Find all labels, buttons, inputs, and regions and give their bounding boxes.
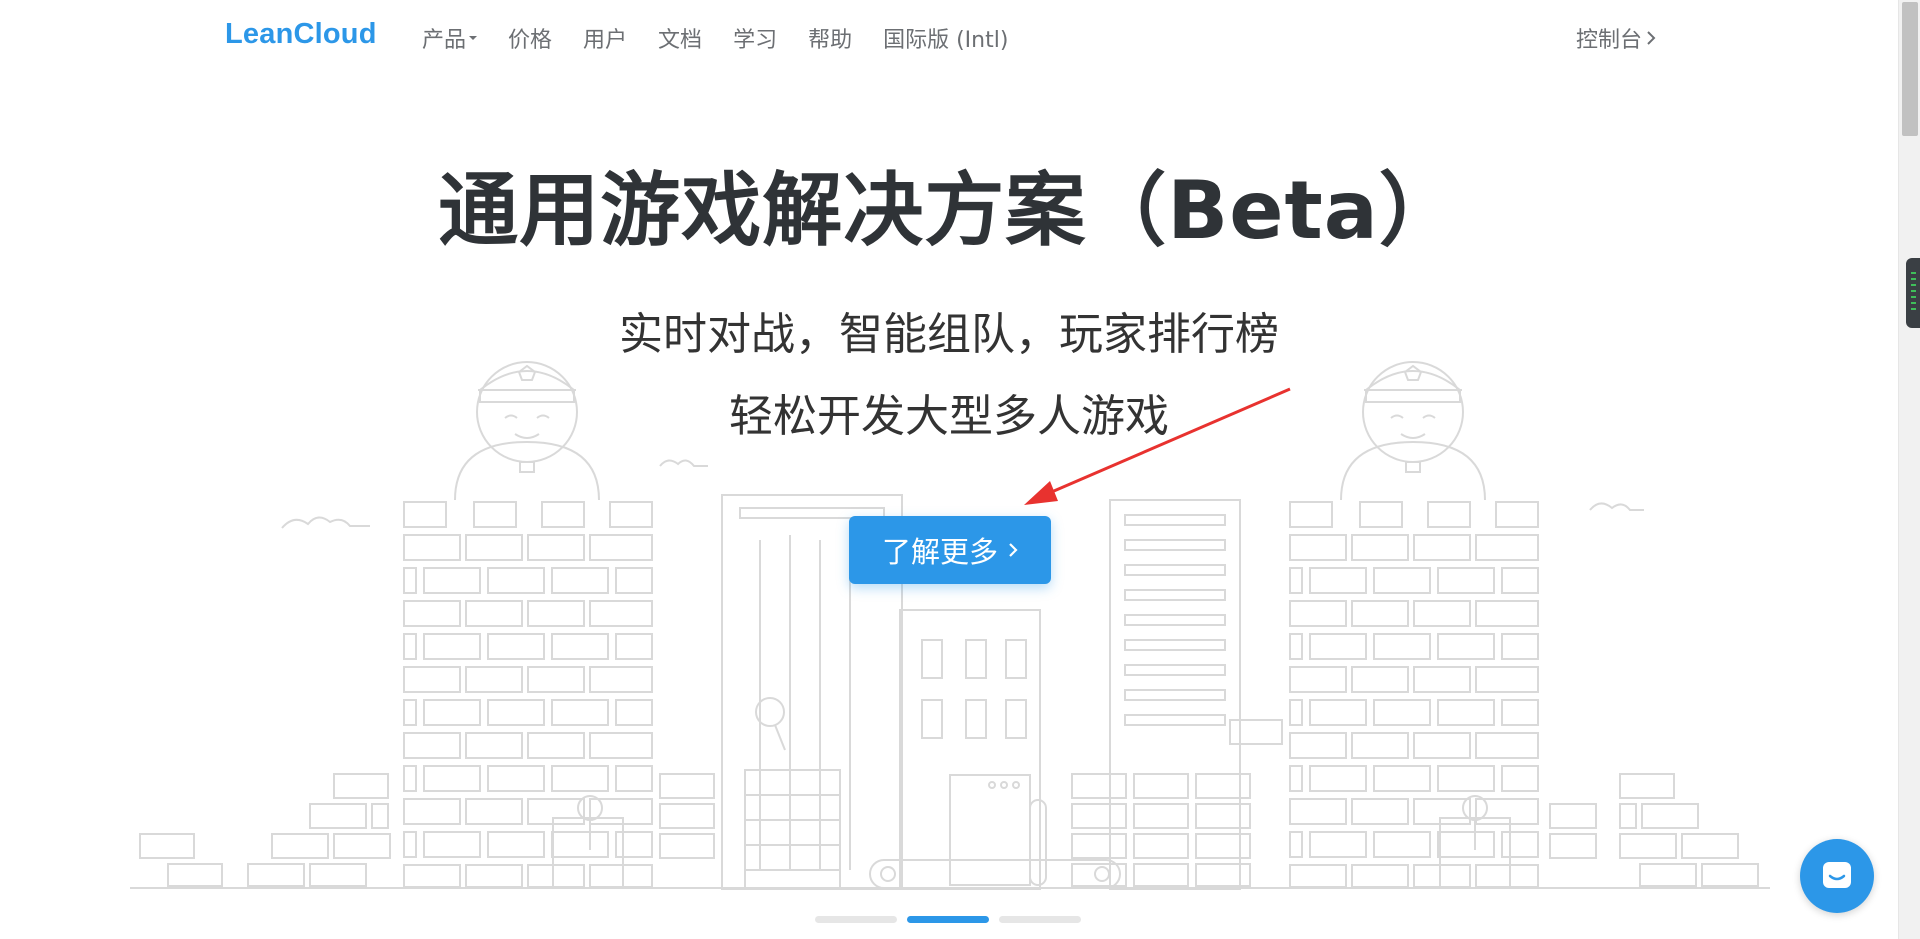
nav-item-label: 文档 [658,28,703,53]
red-arrow-annotation [1024,387,1291,505]
console-label: 控制台 [1576,28,1643,53]
top-navbar: LeanCloud 产品 价格 用户 文档 学习 帮助 国际版 (Intl) 控… [0,0,1898,72]
chat-icon [1823,862,1851,888]
carousel-dot-2[interactable] [907,916,989,923]
nav-item-intl[interactable]: 国际版 (Intl) [883,22,1008,54]
chat-button[interactable] [1800,839,1874,913]
nav-item-label: 产品 [422,28,467,53]
nav-item-label: 国际版 (Intl) [883,28,1009,53]
nav-item-docs[interactable]: 文档 [658,22,702,54]
chevron-right-icon [1009,543,1018,557]
scrollbar-thumb[interactable] [1902,2,1918,136]
hero-subtitle-2: 轻松开发大型多人游戏 [729,391,1169,442]
nav-item-label: 帮助 [808,28,853,53]
nav-item-label: 用户 [583,28,628,53]
nav-menu: 产品 价格 用户 文档 学习 帮助 国际版 (Intl) [422,22,1039,54]
hero-title: 通用游戏解决方案（Beta） [438,164,1460,257]
nav-item-help[interactable]: 帮助 [808,22,852,54]
caret-down-icon [469,36,478,40]
page-scrollbar[interactable] [1898,0,1920,939]
nav-item-products[interactable]: 产品 [422,22,478,54]
side-tool-widget[interactable] [1906,258,1920,328]
carousel-indicators [815,916,1081,923]
console-link[interactable]: 控制台 [1576,22,1656,54]
chevron-right-icon [1647,31,1656,45]
carousel-dot-1[interactable] [815,916,897,923]
brand-logo[interactable]: LeanCloud [225,18,377,51]
nav-item-label: 学习 [733,28,778,53]
hero-subtitle-1: 实时对战，智能组队，玩家排行榜 [619,309,1279,360]
carousel-dot-3[interactable] [999,916,1081,923]
learn-more-button[interactable]: 了解更多 [849,516,1051,584]
nav-item-pricing[interactable]: 价格 [508,22,552,54]
learn-more-label: 了解更多 [881,535,998,569]
nav-item-customers[interactable]: 用户 [583,22,627,54]
nav-item-learn[interactable]: 学习 [733,22,777,54]
nav-item-label: 价格 [508,28,553,53]
